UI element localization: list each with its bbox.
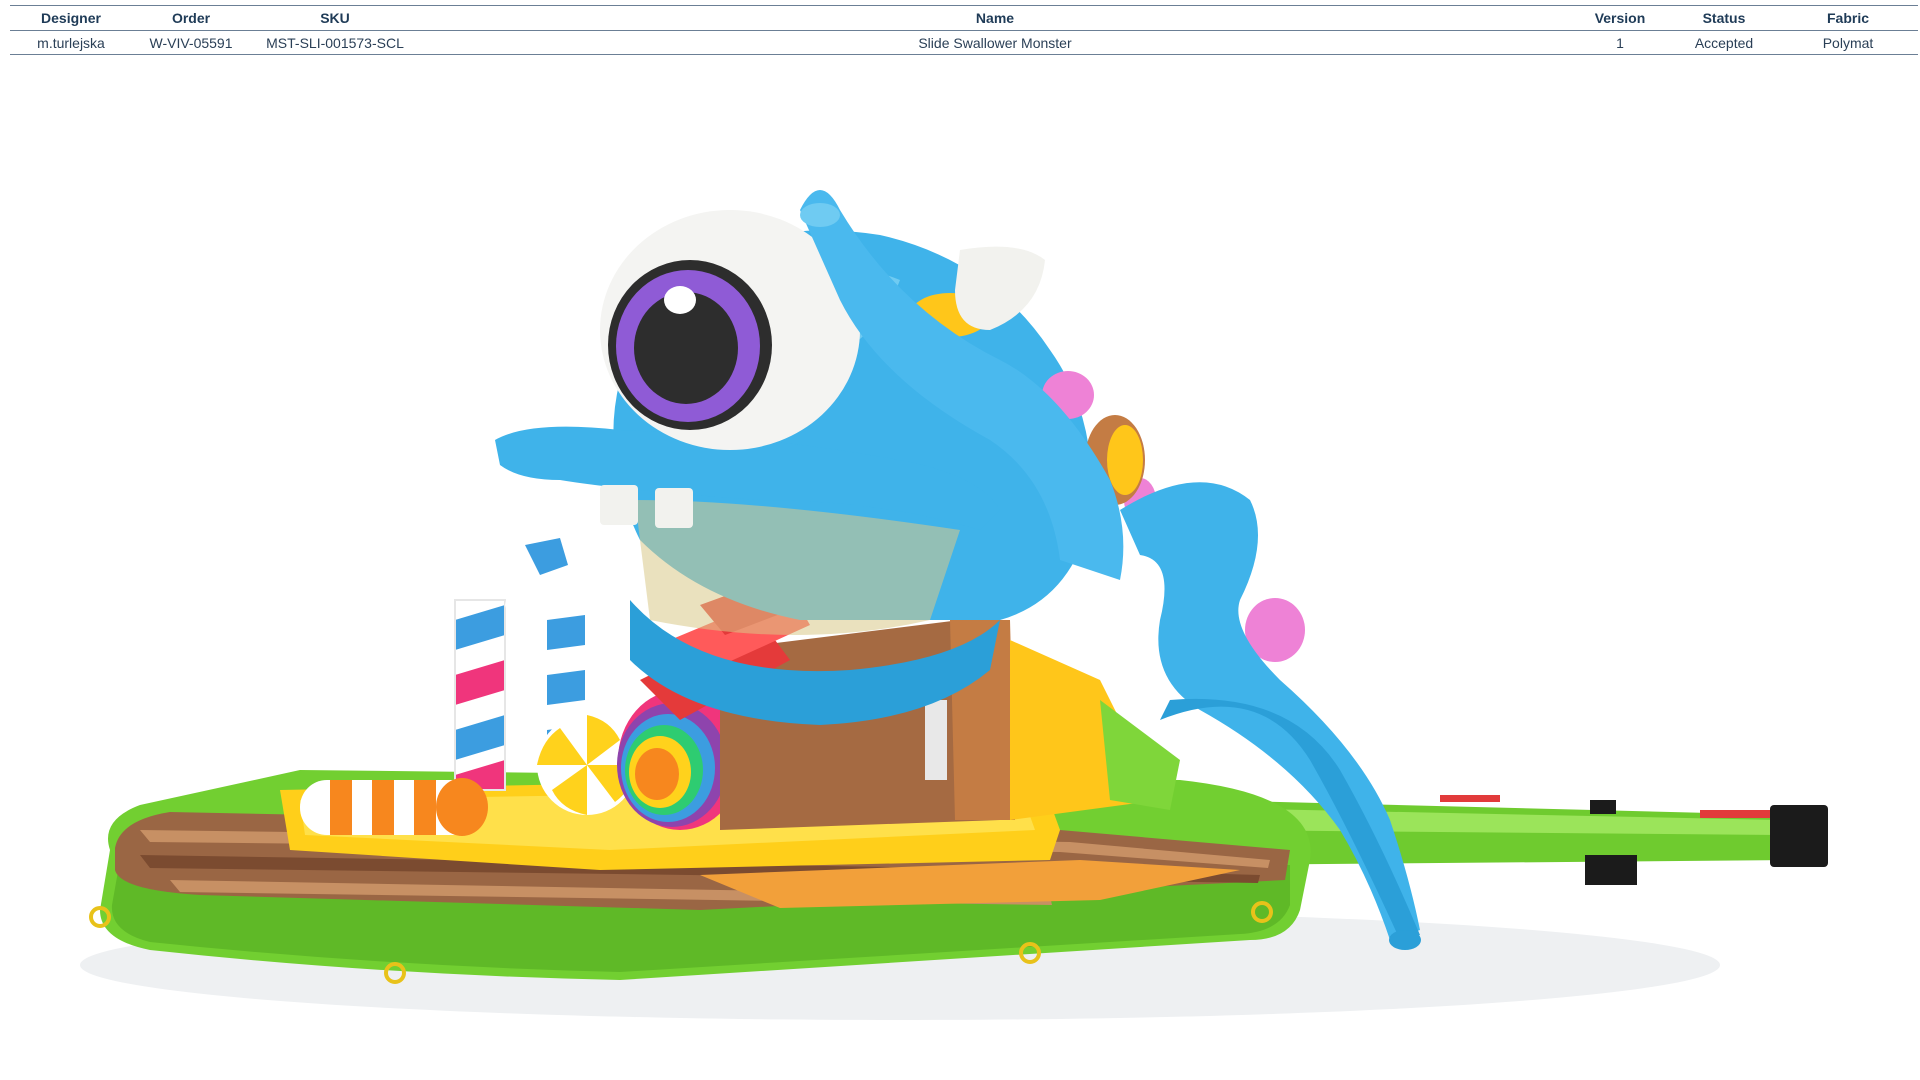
blower-left	[1585, 855, 1637, 885]
blower-right	[1770, 805, 1828, 867]
sku-header: SKU	[250, 5, 420, 31]
spec-table: Designer Order SKU Name Version Status F…	[10, 5, 1918, 55]
monster-tooth	[600, 485, 638, 525]
status-value: Accepted	[1670, 30, 1778, 55]
name-header: Name	[420, 5, 1570, 31]
fabric-header: Fabric	[1778, 5, 1918, 31]
status-header: Status	[1670, 5, 1778, 31]
designer-header: Designer	[10, 5, 132, 31]
order-value: W-VIV-05591	[132, 30, 250, 55]
fabric-value: Polymat	[1778, 30, 1918, 55]
candy-roll	[300, 778, 488, 836]
designer-value: m.turlejska	[10, 30, 132, 55]
version-value: 1	[1570, 30, 1670, 55]
monster-tooth	[655, 488, 693, 528]
order-header: Order	[132, 5, 250, 31]
inflatable-render	[80, 190, 1828, 1020]
spec-row: m.turlejska W-VIV-05591 MST-SLI-001573-S…	[10, 30, 1918, 55]
version-header: Version	[1570, 5, 1670, 31]
spec-header-row: Designer Order SKU Name Version Status F…	[10, 5, 1918, 31]
name-value: Slide Swallower Monster	[420, 30, 1570, 55]
sku-value: MST-SLI-001573-SCL	[250, 30, 420, 55]
